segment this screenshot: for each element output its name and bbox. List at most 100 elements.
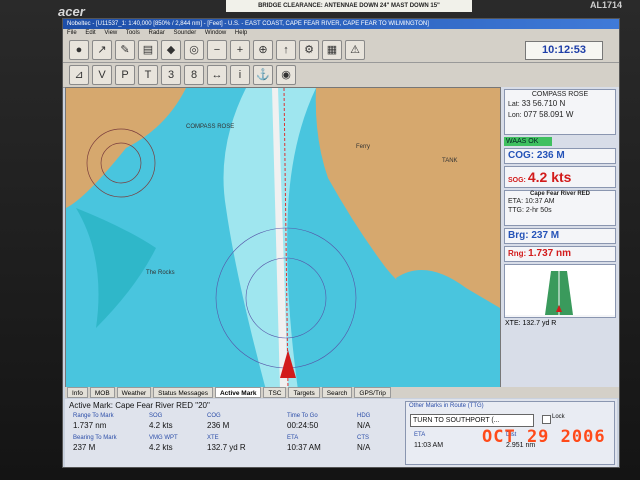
ttg-label: TTG: bbox=[508, 207, 524, 214]
xte-value: XTE: 132.7 yd R bbox=[505, 320, 557, 327]
toolbar-row-1: ● ↗ ✎ ▤ ◆ ◎ − + ⊕ ↑ ⚙ ▦ ⚠ 10:12:53 bbox=[63, 38, 619, 63]
compass-rose-label: COMPASS ROSE bbox=[186, 124, 234, 130]
tab-tsc[interactable]: TSC bbox=[263, 387, 287, 398]
clock-display: 10:12:53 bbox=[525, 40, 603, 60]
tab-status-messages[interactable]: Status Messages bbox=[153, 387, 213, 398]
menu-bar: File Edit View Tools Radar Sounder Windo… bbox=[63, 29, 619, 38]
route-select[interactable]: TURN TO SOUTHPORT (... bbox=[410, 414, 534, 427]
ttg-cell-label: Time To Go bbox=[287, 413, 318, 419]
vector-icon[interactable]: V bbox=[92, 65, 112, 85]
tab-search[interactable]: Search bbox=[321, 387, 353, 398]
eta-cell-value: 10:37 AM bbox=[287, 443, 321, 452]
sog-cell-label: SOG bbox=[149, 413, 163, 419]
track-icon[interactable]: ⊿ bbox=[69, 65, 89, 85]
anchor-icon[interactable]: ⚓ bbox=[253, 65, 273, 85]
monitor-brand-logo: acer bbox=[58, 4, 85, 19]
tab-targets[interactable]: Targets bbox=[288, 387, 320, 398]
route-icon[interactable]: ↗ bbox=[92, 40, 112, 60]
photo-date-stamp: OCT 29 2006 bbox=[482, 427, 606, 447]
bearing-to-mark-value: 237 M bbox=[73, 443, 96, 452]
lat-value: 33 56.710 N bbox=[521, 99, 566, 108]
eta-value: 10:37 AM bbox=[525, 198, 555, 205]
menu-view[interactable]: View bbox=[104, 30, 117, 36]
range-to-mark-value: 1.737 nm bbox=[73, 421, 107, 430]
xte-cell-value: 132.7 yd R bbox=[207, 443, 246, 452]
lon-value: 077 58.091 W bbox=[523, 110, 574, 119]
active-mark-box: Cape Fear River RED ETA: 10:37 AM TTG: 2… bbox=[504, 190, 616, 226]
range-display: Rng: 1.737 nm bbox=[504, 246, 616, 262]
screen: Nobeltec - [U11537_1: 1:40,000 [850% / 2… bbox=[62, 18, 620, 468]
radar-icon[interactable]: ◉ bbox=[276, 65, 296, 85]
bridge-clearance-sticker: BRIDGE CLEARANCE: ANTENNAE DOWN 24" MAST… bbox=[226, 0, 472, 12]
nautical-chart[interactable]: COMPASS ROSE Ferry TANK The Rocks bbox=[65, 87, 501, 391]
lifebuoy-icon[interactable]: ◎ bbox=[184, 40, 204, 60]
eta-label: ETA: bbox=[508, 198, 524, 205]
the-rocks-label: The Rocks bbox=[146, 270, 175, 276]
mark-icon[interactable]: ✎ bbox=[115, 40, 135, 60]
tab-mob[interactable]: MOB bbox=[89, 387, 115, 398]
sog-label: SOG: bbox=[508, 177, 526, 184]
eta-cell-label: ETA bbox=[287, 435, 299, 441]
xte-graph bbox=[504, 264, 616, 318]
ttg-value: 2-hr 50s bbox=[525, 207, 552, 214]
cts-cell-value: N/A bbox=[357, 443, 371, 452]
tide-icon[interactable]: T bbox=[138, 65, 158, 85]
chart-3d-icon[interactable]: 3 bbox=[161, 65, 181, 85]
monitor-model-label: AL1714 bbox=[590, 0, 623, 10]
ferry-label: Ferry bbox=[356, 144, 370, 150]
compass-title: COMPASS ROSE bbox=[531, 91, 589, 98]
active-mark-title: Active Mark: Cape Fear River RED "20" bbox=[69, 401, 210, 410]
data-panel: COMPASS ROSE Lat: 33 56.710 N Lon: 077 5… bbox=[501, 87, 619, 387]
menu-window[interactable]: Window bbox=[205, 30, 226, 36]
cts-cell-label: CTS bbox=[357, 435, 369, 441]
plot-icon[interactable]: P bbox=[115, 65, 135, 85]
zoom-in-icon[interactable]: + bbox=[230, 40, 250, 60]
menu-sounder[interactable]: Sounder bbox=[174, 30, 197, 36]
range-to-mark-label: Range To Mark bbox=[73, 413, 114, 419]
zoom-out-icon[interactable]: − bbox=[207, 40, 227, 60]
toolbar-row-2: ⊿ V P T 3 8 ↔ i ⚓ ◉ bbox=[63, 63, 619, 88]
tab-active-mark[interactable]: Active Mark bbox=[214, 387, 262, 398]
north-up-icon[interactable]: ↑ bbox=[276, 40, 296, 60]
sog-value: 4.2 kts bbox=[527, 169, 572, 185]
cog-cell-label: COG bbox=[207, 413, 221, 419]
vmg-cell-value: 4.2 kts bbox=[149, 443, 173, 452]
tank-label: TANK bbox=[442, 158, 458, 164]
menu-edit[interactable]: Edit bbox=[85, 30, 95, 36]
lat-label: Lat: bbox=[508, 101, 520, 108]
menu-radar[interactable]: Radar bbox=[149, 30, 165, 36]
tab-weather[interactable]: Weather bbox=[116, 387, 152, 398]
layers-icon[interactable]: ▤ bbox=[138, 40, 158, 60]
xte-cell-label: XTE bbox=[207, 435, 219, 441]
sog-cell-value: 4.2 kts bbox=[149, 421, 173, 430]
globe-icon[interactable]: ● bbox=[69, 40, 89, 60]
vmg-cell-label: VMG WPT bbox=[149, 435, 178, 441]
hdg-cell-label: HDG bbox=[357, 413, 371, 419]
tab-info[interactable]: Info bbox=[67, 387, 88, 398]
route-eta-label: ETA bbox=[414, 432, 426, 438]
center-icon[interactable]: ⊕ bbox=[253, 40, 273, 60]
warning-icon[interactable]: ⚠ bbox=[345, 40, 365, 60]
menu-help[interactable]: Help bbox=[235, 30, 247, 36]
position-box: COMPASS ROSE Lat: 33 56.710 N Lon: 077 5… bbox=[504, 89, 616, 135]
tab-gps-trip[interactable]: GPS/Trip bbox=[354, 387, 391, 398]
boat-icon[interactable]: ◆ bbox=[161, 40, 181, 60]
depth-icon[interactable]: 8 bbox=[184, 65, 204, 85]
menu-file[interactable]: File bbox=[67, 30, 77, 36]
range-value: 1.737 nm bbox=[528, 248, 571, 259]
measure-icon[interactable]: ↔ bbox=[207, 65, 227, 85]
range-label: Rng: bbox=[508, 249, 527, 258]
bearing-display: Brg: 237 M bbox=[504, 228, 616, 244]
lock-checkbox[interactable] bbox=[542, 415, 551, 424]
grid-icon[interactable]: ▦ bbox=[322, 40, 342, 60]
hdg-cell-value: N/A bbox=[357, 421, 371, 430]
menu-tools[interactable]: Tools bbox=[126, 30, 140, 36]
settings-icon[interactable]: ⚙ bbox=[299, 40, 319, 60]
chart-canvas[interactable]: COMPASS ROSE Ferry TANK The Rocks bbox=[66, 88, 500, 390]
info-icon[interactable]: i bbox=[230, 65, 250, 85]
ttg-cell-value: 00:24:50 bbox=[287, 421, 319, 430]
sog-display: SOG: 4.2 kts bbox=[504, 166, 616, 188]
waas-status-badge: WAAS OK bbox=[504, 137, 552, 146]
bearing-to-mark-label: Bearing To Mark bbox=[73, 435, 117, 441]
route-eta-value: 11:03 AM bbox=[414, 442, 444, 449]
